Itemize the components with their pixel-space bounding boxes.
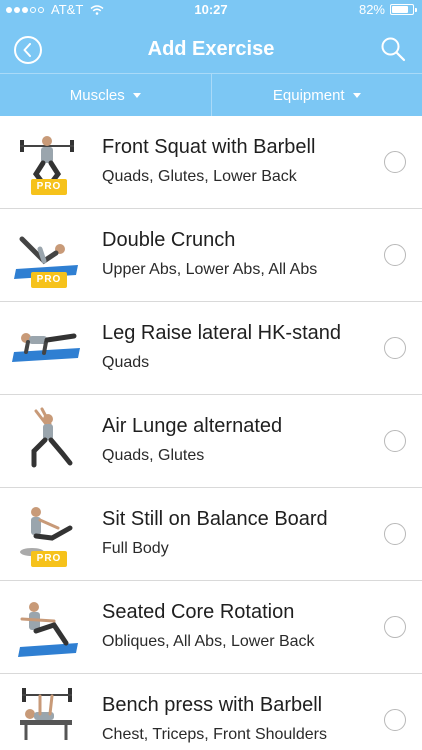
select-radio[interactable] <box>384 151 406 173</box>
exercise-muscles: Full Body <box>102 540 169 557</box>
select-radio[interactable] <box>384 709 406 731</box>
battery-tip <box>415 8 417 12</box>
battery-fill <box>392 6 409 13</box>
exercise-name: Sit Still on Balance Board <box>102 508 328 530</box>
page-title: Add Exercise <box>147 38 275 60</box>
pro-badge: PRO <box>31 272 67 288</box>
exercise-muscles: Quads <box>102 354 150 371</box>
caret-down-icon <box>352 92 361 98</box>
leg-raise-illustration-icon <box>12 333 80 362</box>
exercise-name: Leg Raise lateral HK-stand <box>102 322 342 344</box>
equipment-filter-button[interactable]: Equipment <box>210 74 422 116</box>
exercise-name: Air Lunge alternated <box>102 415 283 437</box>
search-icon[interactable] <box>380 36 406 62</box>
exercise-row[interactable]: Bench press with Barbell Chest, Triceps,… <box>0 674 422 750</box>
caret-down-icon <box>132 92 141 98</box>
exercise-row[interactable]: Leg Raise lateral HK-stand Quads <box>0 302 422 395</box>
exercise-name: Bench press with Barbell <box>102 694 323 716</box>
app-header: AT&T 10:27 82% Add Exercise Muscles Equi… <box>0 0 422 116</box>
filter-bar: Muscles Equipment <box>0 73 422 116</box>
select-radio[interactable] <box>384 244 406 266</box>
battery-percent: 82% <box>358 2 385 17</box>
pro-badge: PRO <box>31 551 67 567</box>
exercise-muscles: Quads, Glutes, Lower Back <box>102 168 297 185</box>
exercise-muscles: Upper Abs, Lower Abs, All Abs <box>102 261 318 278</box>
exercise-row[interactable]: PRO Front Squat with Barbell Quads, Glut… <box>0 116 422 209</box>
exercise-row[interactable]: Air Lunge alternated Quads, Glutes <box>0 395 422 488</box>
exercise-muscles: Quads, Glutes <box>102 447 205 464</box>
exercise-name: Front Squat with Barbell <box>102 136 316 158</box>
exercise-muscles: Chest, Triceps, Front Shoulders <box>102 726 327 743</box>
battery-icon <box>390 4 417 15</box>
select-radio[interactable] <box>384 616 406 638</box>
bench-press-illustration-icon <box>20 688 72 740</box>
select-radio[interactable] <box>384 523 406 545</box>
exercise-muscles: Obliques, All Abs, Lower Back <box>102 633 315 650</box>
filter-label: Equipment <box>272 86 345 104</box>
select-radio[interactable] <box>384 337 406 359</box>
exercise-list: PRO Front Squat with Barbell Quads, Glut… <box>0 116 422 750</box>
exercise-name: Double Crunch <box>102 229 236 251</box>
air-lunge-illustration-icon <box>31 407 73 468</box>
exercise-name: Seated Core Rotation <box>102 601 295 623</box>
seated-core-rotation-illustration-icon <box>18 602 78 657</box>
nav-bar: Add Exercise <box>0 26 422 72</box>
exercise-row[interactable]: PRO Double Crunch Upper Abs, Lower Abs, … <box>0 209 422 302</box>
status-bar: AT&T 10:27 82% <box>0 0 422 20</box>
muscles-filter-button[interactable]: Muscles <box>0 74 211 116</box>
status-right: 82% <box>358 2 417 17</box>
exercise-row[interactable]: PRO Sit Still on Balance Board Full Body <box>0 488 422 581</box>
select-radio[interactable] <box>384 430 406 452</box>
exercise-row[interactable]: Seated Core Rotation Obliques, All Abs, … <box>0 581 422 674</box>
filter-label: Muscles <box>69 86 125 104</box>
pro-badge: PRO <box>31 179 67 195</box>
